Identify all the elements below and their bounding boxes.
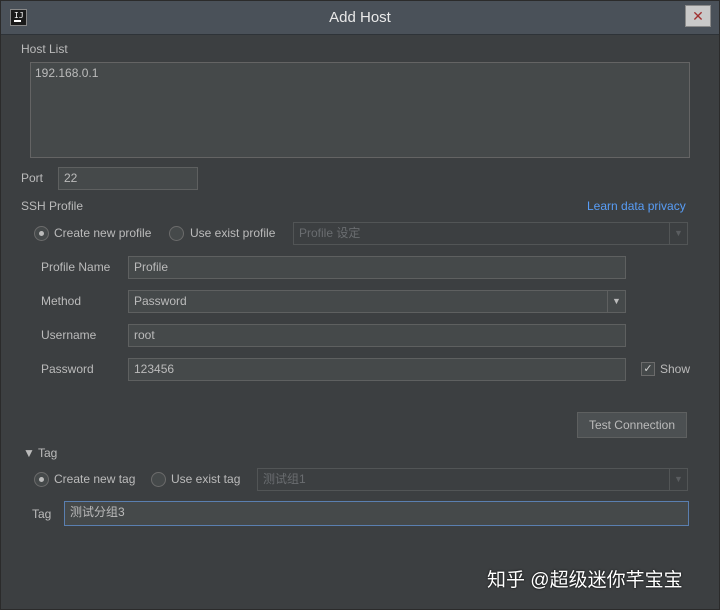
- create-new-tag-label[interactable]: Create new tag: [54, 472, 135, 486]
- test-connection-button[interactable]: Test Connection: [577, 412, 687, 438]
- create-new-profile-radio[interactable]: [34, 226, 49, 241]
- profile-name-label: Profile Name: [41, 260, 111, 274]
- profile-name-input[interactable]: Profile: [128, 256, 626, 279]
- exist-tag-value: 测试组1: [263, 472, 306, 486]
- title-bar: IJ Add Host ✕: [1, 1, 719, 35]
- show-password-checkbox[interactable]: ✓: [641, 362, 655, 376]
- create-new-profile-label[interactable]: Create new profile: [54, 226, 151, 240]
- tag-label: Tag: [32, 507, 52, 521]
- username-input[interactable]: root: [128, 324, 626, 347]
- port-input[interactable]: 22: [58, 167, 198, 190]
- use-exist-profile-label[interactable]: Use exist profile: [190, 226, 275, 240]
- use-exist-tag-radio[interactable]: [151, 472, 166, 487]
- exist-tag-dropdown[interactable]: 测试组1 ▼: [257, 468, 688, 491]
- create-new-tag-radio[interactable]: [34, 472, 49, 487]
- chevron-down-icon: ▼: [607, 291, 625, 312]
- exist-profile-dropdown[interactable]: Profile 设定 ▼: [293, 222, 688, 245]
- host-list-label: Host List: [21, 42, 68, 56]
- use-exist-profile-radio[interactable]: [169, 226, 184, 241]
- exist-profile-value: Profile 设定: [299, 226, 361, 240]
- method-value: Password: [134, 294, 187, 308]
- method-dropdown[interactable]: Password ▼: [128, 290, 626, 313]
- use-exist-tag-label[interactable]: Use exist tag: [171, 472, 240, 486]
- password-label: Password: [41, 362, 94, 376]
- dialog-title: Add Host: [329, 9, 391, 26]
- password-input[interactable]: 123456: [128, 358, 626, 381]
- port-label: Port: [21, 171, 44, 185]
- close-button[interactable]: ✕: [685, 5, 711, 27]
- username-label: Username: [41, 328, 97, 342]
- host-list-textarea[interactable]: 192.168.0.1: [30, 62, 690, 158]
- chevron-down-icon: ▼: [669, 223, 687, 244]
- show-password-label[interactable]: Show: [660, 362, 690, 376]
- method-label: Method: [41, 294, 82, 308]
- chevron-down-icon: ▼: [669, 469, 687, 490]
- ssh-profile-label: SSH Profile: [21, 199, 84, 213]
- tag-section-toggle[interactable]: ▼ Tag: [23, 446, 57, 460]
- tag-input[interactable]: 测试分组3: [64, 501, 689, 526]
- watermark: 知乎 @超级迷你芊宝宝: [487, 570, 683, 591]
- learn-data-privacy-link[interactable]: Learn data privacy: [587, 199, 686, 213]
- add-host-dialog: IJ Add Host ✕ Host List 192.168.0.1 Port…: [0, 0, 720, 610]
